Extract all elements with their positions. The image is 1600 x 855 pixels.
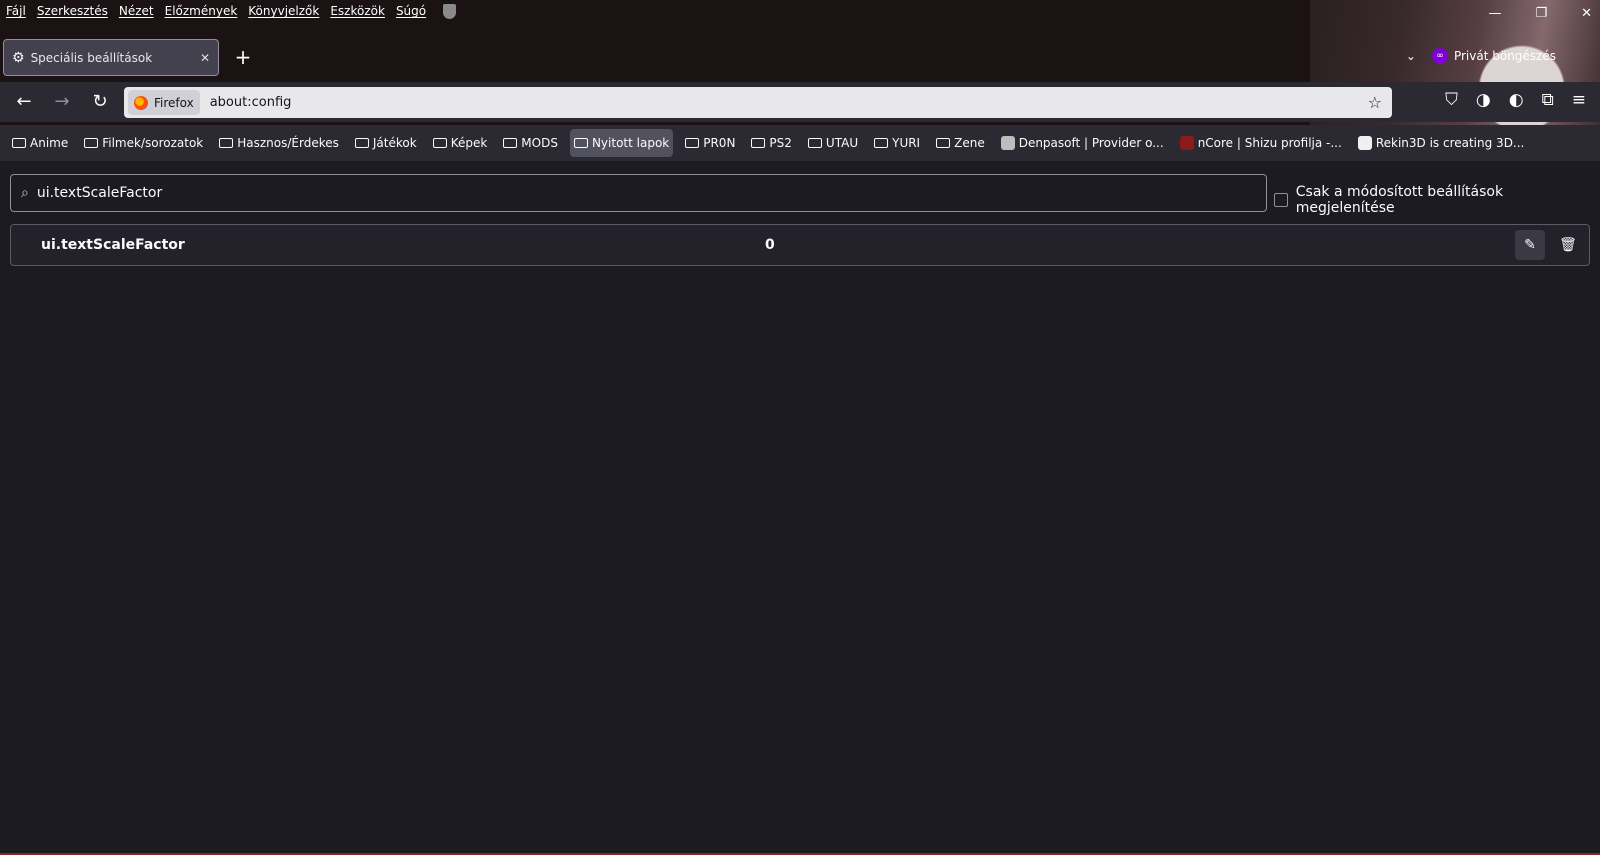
bookmark-label: Denpasoft | Provider o... [1018, 136, 1164, 150]
bookmark-label: UTAU [825, 136, 859, 150]
menu-tools[interactable]: Eszközök [330, 4, 385, 18]
bookmark-item[interactable]: YURI [870, 129, 924, 157]
bookmark-item[interactable]: Zene [932, 129, 989, 157]
bookmark-label: Rekin3D is creating 3D... [1375, 136, 1525, 150]
folder-icon [751, 138, 766, 148]
ublock-icon[interactable] [443, 3, 457, 19]
window-controls: — ❐ ✕ [1488, 6, 1592, 21]
modified-only-label: Csak a módosított beállítások megjelenít… [1295, 184, 1504, 216]
pref-name: ui.textScaleFactor [41, 237, 185, 253]
extension-icon-1[interactable]: ◑ [1476, 90, 1491, 110]
tab-about-config[interactable]: ⚙ Speciális beállítások ✕ [3, 39, 219, 76]
bookmark-item[interactable]: MODS [499, 129, 562, 157]
search-box[interactable]: ⌕ [10, 174, 1267, 212]
bookmark-label: Nyitott lapok [591, 136, 670, 150]
forward-button[interactable]: → [48, 88, 76, 116]
bookmark-item[interactable]: Denpasoft | Provider o... [997, 129, 1168, 157]
toolbar-right: ⛉ ◑ ◐ ⧉ ≡ [1445, 90, 1586, 110]
bookmark-label: YURI [892, 136, 921, 150]
menu-bookmarks[interactable]: Könyvjelzők [248, 4, 319, 18]
bookmark-label: Anime [30, 136, 69, 150]
folder-icon [219, 138, 234, 148]
tab-title: Speciális beállítások [30, 50, 153, 65]
restore-button[interactable]: ❐ [1535, 6, 1547, 21]
bookmark-label: Képek [450, 136, 488, 150]
reload-button[interactable]: ↻ [86, 88, 114, 116]
gear-icon: ⚙ [12, 49, 25, 66]
extensions-puzzle-icon[interactable]: ⧉ [1542, 90, 1554, 110]
modified-only-checkbox[interactable] [1274, 193, 1288, 207]
bookmark-item[interactable]: PR0N [681, 129, 739, 157]
bookmarks-toolbar: Anime Filmek/sorozatok Hasznos/Érdekes Játé… [0, 125, 1600, 161]
folder-icon [573, 138, 588, 148]
bookmark-label: PR0N [703, 136, 736, 150]
url-bar[interactable]: Firefox about:config ☆ [124, 87, 1392, 118]
minimize-button[interactable]: — [1488, 6, 1501, 21]
bookmark-item[interactable]: Anime [8, 129, 72, 157]
bookmark-item[interactable]: Képek [429, 129, 492, 157]
folder-icon [354, 138, 369, 148]
close-tab-icon[interactable]: ✕ [200, 51, 210, 65]
pref-value[interactable]: 0 [765, 237, 775, 253]
firefox-logo-icon [134, 95, 148, 110]
identity-label: Firefox [154, 95, 194, 110]
extension-icon-2[interactable]: ◐ [1509, 90, 1524, 110]
bookmark-label: Játékok [372, 136, 417, 150]
bookmark-item[interactable]: UTAU [804, 129, 862, 157]
menu-edit[interactable]: Szerkesztés [37, 4, 108, 18]
pocket-icon[interactable]: ⛉ [1445, 90, 1458, 110]
bookmark-label: Zene [954, 136, 985, 150]
identity-box[interactable]: Firefox [128, 90, 200, 115]
folder-icon [12, 138, 26, 148]
site-favicon-icon [1357, 136, 1372, 150]
bookmark-item[interactable]: Rekin3D is creating 3D... [1354, 129, 1529, 157]
folder-icon [503, 138, 518, 148]
private-browsing-label: Privát böngészés [1453, 49, 1556, 63]
menubar: Fájl Szerkesztés Nézet Előzmények Könyvj… [0, 0, 457, 22]
menu-file[interactable]: Fájl [6, 4, 26, 18]
edit-pref-button[interactable]: ✎ [1515, 230, 1545, 260]
search-input[interactable] [34, 184, 1266, 202]
site-favicon-icon [1000, 136, 1015, 150]
folder-icon [936, 138, 951, 148]
bookmark-label: nCore | Shizu profilja -... [1197, 136, 1342, 150]
folder-icon [432, 138, 447, 148]
bookmark-label: Hasznos/Érdekes [237, 136, 339, 150]
search-icon: ⌕ [21, 185, 29, 201]
bookmark-item[interactable]: PS2 [747, 129, 796, 157]
site-favicon-icon [1179, 136, 1194, 150]
hamburger-menu-icon[interactable]: ≡ [1572, 90, 1586, 110]
bookmark-label: MODS [521, 136, 558, 150]
navigation-toolbar: ← → ↻ Firefox about:config ☆ ⛉ ◑ ◐ ⧉ ≡ [0, 82, 1600, 122]
menu-view[interactable]: Nézet [119, 4, 154, 18]
list-all-tabs-chevron-icon[interactable]: ⌄ [1406, 49, 1416, 63]
delete-pref-button[interactable]: 🗑 [1553, 230, 1583, 260]
bookmark-item[interactable]: Filmek/sorozatok [80, 129, 207, 157]
folder-icon [84, 138, 99, 148]
bookmark-item[interactable]: Játékok [351, 129, 421, 157]
new-tab-button[interactable]: + [233, 44, 253, 70]
private-mask-icon: ∞ [1431, 48, 1448, 64]
menu-help[interactable]: Súgó [396, 4, 426, 18]
show-modified-only[interactable]: Csak a módosított beállítások megjelenít… [1274, 184, 1600, 216]
bookmark-item[interactable]: Hasznos/Érdekes [215, 129, 343, 157]
back-button[interactable]: ← [10, 88, 38, 116]
bookmark-star-icon[interactable]: ☆ [1368, 93, 1382, 112]
pref-row: ui.textScaleFactor 0 ✎ 🗑 [10, 224, 1590, 266]
menu-history[interactable]: Előzmények [165, 4, 238, 18]
folder-icon [685, 138, 700, 148]
private-browsing-indicator: ⌄ ∞ Privát böngészés [1406, 48, 1556, 64]
bookmark-item[interactable]: Nyitott lapok [569, 129, 674, 157]
bookmark-item[interactable]: nCore | Shizu profilja -... [1176, 129, 1346, 157]
url-text[interactable]: about:config [210, 95, 1368, 110]
folder-icon [874, 138, 889, 148]
bookmark-label: Filmek/sorozatok [102, 136, 204, 150]
bookmark-label: PS2 [769, 136, 792, 150]
close-window-button[interactable]: ✕ [1581, 6, 1592, 21]
folder-icon [807, 138, 822, 148]
